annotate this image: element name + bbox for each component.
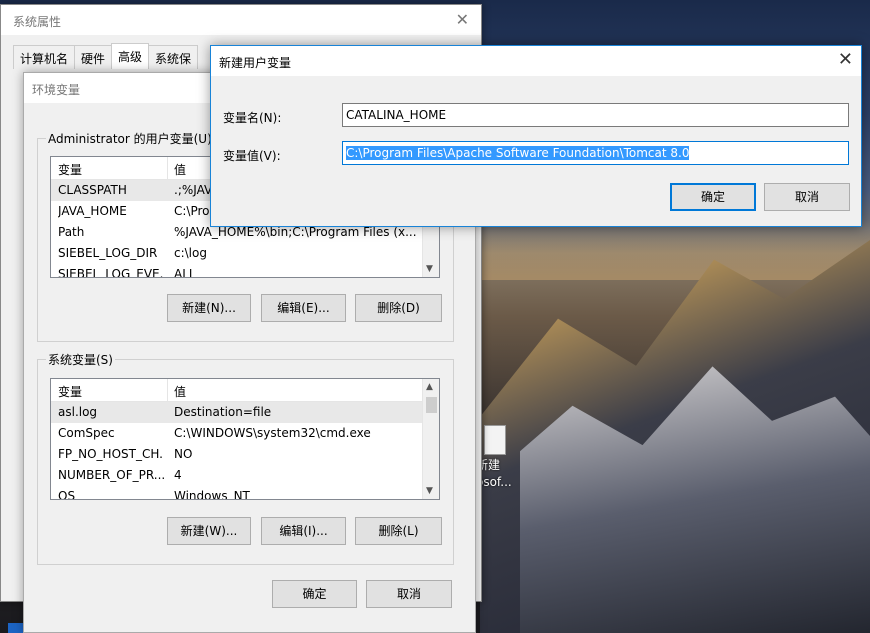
system-edit-button[interactable]: 编辑(I)... <box>261 517 346 545</box>
list-header: 变量 值 <box>51 379 439 402</box>
vertical-scrollbar[interactable]: ▲ ▼ <box>422 379 439 499</box>
chevron-down-icon[interactable]: ▼ <box>426 486 433 496</box>
var-name: SIEBEL_LOG_DIR <box>58 246 158 260</box>
variable-name-label: 变量名(N): <box>223 111 282 125</box>
column-header-value[interactable]: 值 <box>174 383 186 400</box>
dialog-title: 新建用户变量 <box>219 56 292 70</box>
chevron-down-icon[interactable]: ▼ <box>426 264 433 274</box>
var-name: ComSpec <box>58 426 115 440</box>
var-value: Windows_NT <box>174 489 250 500</box>
user-delete-button[interactable]: 删除(D) <box>355 294 442 322</box>
close-icon[interactable]: ✕ <box>456 10 469 29</box>
system-properties-titlebar[interactable]: 系统属性 ✕ <box>1 5 481 35</box>
table-row[interactable]: SIEBEL_LOG_EVE... ALL <box>51 264 439 278</box>
system-delete-button[interactable]: 删除(L) <box>355 517 442 545</box>
system-variables-label: 系统变量(S) <box>46 351 115 368</box>
user-edit-button[interactable]: 编辑(E)... <box>261 294 346 322</box>
var-value: C:\WINDOWS\system32\cmd.exe <box>174 426 371 440</box>
table-row[interactable]: NUMBER_OF_PR... 4 <box>51 465 439 486</box>
scrollbar-thumb[interactable] <box>426 397 437 413</box>
tab-system-protection[interactable]: 系统保 <box>148 45 199 69</box>
system-variables-list[interactable]: 变量 值 asl.log Destination=file ComSpec C:… <box>50 378 440 500</box>
document-icon <box>484 425 506 455</box>
close-icon[interactable]: ✕ <box>838 49 853 70</box>
var-value: NO <box>174 447 193 461</box>
var-name: NUMBER_OF_PR... <box>58 468 164 482</box>
var-name: Path <box>58 225 85 239</box>
tab-strip: 计算机名 硬件 高级 系统保 <box>13 43 199 69</box>
tab-hardware[interactable]: 硬件 <box>74 45 113 69</box>
var-name: JAVA_HOME <box>58 204 127 218</box>
variable-name-input[interactable]: CATALINA_HOME <box>342 103 849 127</box>
user-new-button[interactable]: 新建(N)... <box>167 294 251 322</box>
var-value: %JAVA_HOME%\bin;C:\Program Files (x... <box>174 225 417 239</box>
window-title: 环境变量 <box>32 83 81 97</box>
system-new-button[interactable]: 新建(W)... <box>167 517 251 545</box>
column-header-name[interactable]: 变量 <box>58 161 82 178</box>
var-name: OS <box>58 489 76 500</box>
ok-button[interactable]: 确定 <box>272 580 357 608</box>
var-name: SIEBEL_LOG_EVE... <box>58 267 164 278</box>
variable-value-label: 变量值(V): <box>223 149 281 163</box>
cancel-button[interactable]: 取消 <box>366 580 452 608</box>
var-value: ALL <box>174 267 196 278</box>
table-row[interactable]: OS Windows_NT <box>51 486 439 500</box>
chevron-up-icon[interactable]: ▲ <box>426 382 433 392</box>
system-variables-group: 系统变量(S) 变量 值 asl.log Destination=file Co… <box>37 351 454 565</box>
var-value: c:\log <box>174 246 207 260</box>
var-name: CLASSPATH <box>58 183 127 197</box>
table-row[interactable]: ComSpec C:\WINDOWS\system32\cmd.exe <box>51 423 439 444</box>
var-value: Destination=file <box>174 405 272 419</box>
new-user-variable-dialog: 新建用户变量 ✕ 变量名(N): CATALINA_HOME 变量值(V): C… <box>210 45 862 227</box>
var-name: FP_NO_HOST_CH... <box>58 447 164 461</box>
window-title: 系统属性 <box>13 15 62 29</box>
column-header-value[interactable]: 值 <box>174 161 186 178</box>
table-row[interactable]: asl.log Destination=file <box>51 402 439 423</box>
desktop-sky-glow <box>470 220 870 280</box>
user-variables-label: Administrator 的用户变量(U) <box>46 130 214 147</box>
dialog-cancel-button[interactable]: 取消 <box>764 183 850 211</box>
dialog-titlebar[interactable]: 新建用户变量 ✕ <box>211 46 861 76</box>
var-name: asl.log <box>58 405 98 419</box>
selected-text: C:\Program Files\Apache Software Foundat… <box>346 146 690 160</box>
dialog-ok-button[interactable]: 确定 <box>670 183 756 211</box>
table-row[interactable]: FP_NO_HOST_CH... NO <box>51 444 439 465</box>
column-header-name[interactable]: 变量 <box>58 383 82 400</box>
variable-value-input[interactable]: C:\Program Files\Apache Software Foundat… <box>342 141 849 165</box>
tab-advanced[interactable]: 高级 <box>111 43 150 69</box>
tab-computer-name[interactable]: 计算机名 <box>13 45 76 69</box>
table-row[interactable]: SIEBEL_LOG_DIR c:\log <box>51 243 439 264</box>
var-value: 4 <box>174 468 182 482</box>
